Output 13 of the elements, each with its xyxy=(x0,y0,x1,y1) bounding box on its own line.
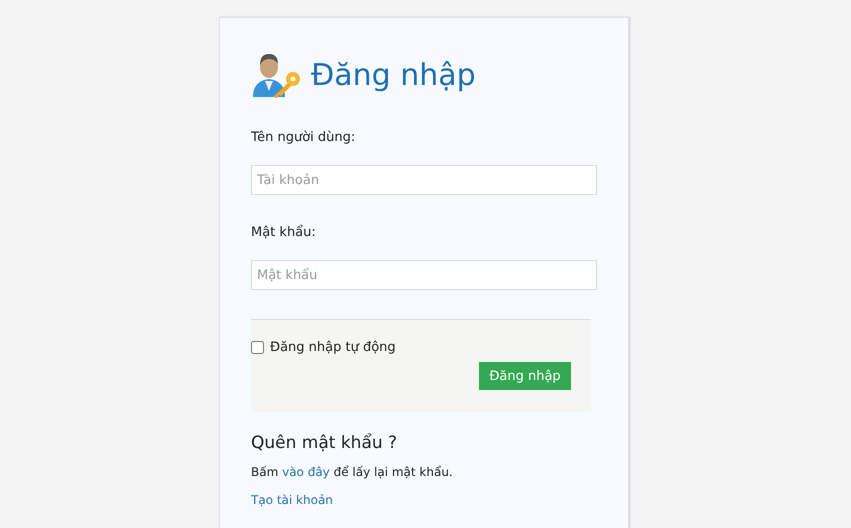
input-field[interactable]: Tài khoản xyxy=(251,165,597,195)
input-field[interactable]: Mật khẩu xyxy=(251,260,597,290)
section-heading: Quên mật khẩu ? xyxy=(251,433,398,453)
help-text: Bấm vào đây để lấy lại mật khẩu. xyxy=(251,465,454,479)
field-label: Mật khẩu: xyxy=(251,225,317,242)
checkbox[interactable] xyxy=(251,341,264,354)
user-key-icon xyxy=(251,51,303,99)
link[interactable]: vào đây xyxy=(282,465,330,479)
field-label: Tên người dùng: xyxy=(251,130,356,147)
page-title: Đăng nhập xyxy=(311,58,476,92)
checkbox-label: Đăng nhập tự động xyxy=(270,340,396,355)
create-account-link[interactable]: Tạo tài khoản xyxy=(251,493,333,507)
login-button[interactable]: Đăng nhập xyxy=(479,362,571,390)
